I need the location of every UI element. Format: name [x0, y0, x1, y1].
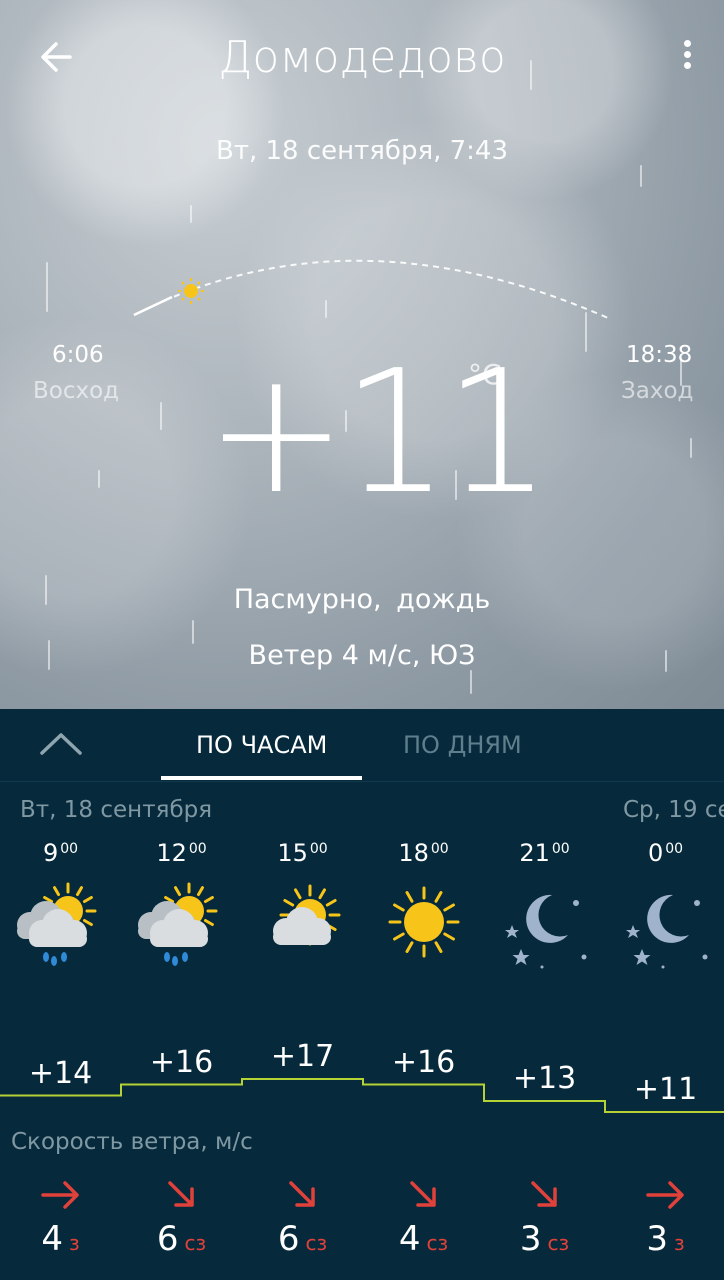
wind-forecast-item: 4з: [0, 1175, 121, 1259]
forecast-hour: 15 00: [242, 839, 363, 873]
hour-value: 18: [398, 839, 429, 867]
hour-value: 0: [647, 839, 664, 867]
weather-condition: Пасмурно, дождь: [233, 584, 491, 615]
wind-speed-title: Скорость ветра, м/с: [11, 1129, 253, 1155]
wind-direction-label: з: [674, 1231, 685, 1255]
hourly-forecast-item: 18 00: [363, 839, 484, 977]
forecast-hour: 0 00: [605, 839, 724, 873]
forecast-temperature: +16: [391, 1044, 456, 1080]
hour-value: 15: [277, 839, 308, 867]
current-date: Вт, 18 сентября, 7:43: [215, 136, 509, 166]
day-label-today: Вт, 18 сентября: [20, 797, 213, 823]
moon-stars-icon: [490, 877, 600, 977]
hourly-forecast-item: 0 00: [605, 839, 724, 977]
forecast-temperature: +16: [149, 1044, 214, 1080]
forecast-hour: 12 00: [121, 839, 242, 873]
tab-hourly[interactable]: ПО ЧАСАМ: [196, 731, 327, 759]
wind-direction-arrow-icon: [484, 1175, 605, 1215]
partly-cloudy-icon: [248, 877, 358, 977]
weather-hero: Домодедово Вт, 18 сентября, 7:43 6:06 Во…: [0, 0, 724, 709]
top-app-bar: Домодедово: [0, 0, 724, 120]
wind-speed-value: 3: [646, 1219, 668, 1259]
wind-direction-arrow-icon: [242, 1175, 363, 1215]
forecast-temperature: +13: [512, 1061, 577, 1096]
wind-speed-value: 6: [277, 1219, 300, 1259]
partly-cloudy-rain-icon: [6, 877, 116, 977]
wind-direction-label: сз: [547, 1231, 570, 1255]
hourly-forecast-item: 21 00: [484, 839, 605, 977]
minute-value: 00: [188, 841, 207, 857]
hourly-forecast-item: 9 00: [0, 839, 121, 977]
partly-cloudy-rain-icon: [127, 877, 237, 977]
sunset-label: Заход: [621, 378, 694, 404]
forecast-panel: ПО ЧАСАМ ПО ДНЯМ Вт, 18 сентября Ср, 19 …: [0, 709, 724, 1280]
wind-forecast-item: 3з: [605, 1175, 724, 1259]
forecast-tabs: ПО ЧАСАМ ПО ДНЯМ: [0, 709, 724, 782]
forecast-temperature: +14: [28, 1055, 93, 1091]
hourly-forecast-item: 15 00: [242, 839, 363, 977]
minute-value: 00: [665, 841, 684, 857]
wind-forecast-item: 4 сз: [363, 1175, 484, 1259]
wind-direction-arrow-icon: [121, 1175, 242, 1215]
temperature-unit: °C: [468, 358, 502, 391]
sunrise-time: 6:06: [52, 342, 104, 368]
wind-direction-arrow-icon: [363, 1175, 484, 1215]
minute-value: 00: [430, 841, 449, 857]
sun-icon: [369, 877, 479, 977]
wind-direction-label: сз: [184, 1231, 207, 1255]
hour-value: 9: [42, 839, 59, 867]
tab-daily[interactable]: ПО ДНЯМ: [403, 731, 522, 759]
wind-speed-value: 6: [156, 1219, 179, 1259]
moon-stars-icon: [611, 877, 721, 977]
forecast-hour: 9 00: [0, 839, 121, 873]
wind-direction-label: сз: [305, 1231, 328, 1255]
wind-forecast-item: 6 сз: [242, 1175, 363, 1259]
minute-value: 00: [309, 841, 328, 857]
current-wind: Ветер 4 м/с, ЮЗ: [248, 640, 476, 671]
minute-value: 00: [60, 841, 79, 857]
wind-direction-label: сз: [426, 1231, 449, 1255]
chevron-up-icon[interactable]: [38, 729, 84, 759]
hourly-forecast-item: 12 00: [121, 839, 242, 977]
overflow-menu-icon[interactable]: [676, 36, 698, 80]
wind-speed-value: 4: [41, 1219, 63, 1259]
forecast-hour: 21 00: [484, 839, 605, 873]
hour-value: 12: [156, 839, 187, 867]
forecast-hour: 18 00: [363, 839, 484, 873]
city-title: Домодедово: [218, 32, 506, 83]
forecast-temperature: +11: [633, 1072, 698, 1107]
wind-direction-label: з: [69, 1231, 80, 1255]
hour-value: 21: [519, 839, 550, 867]
sunset-time: 18:38: [626, 342, 693, 368]
wind-direction-arrow-icon: [605, 1175, 724, 1215]
wind-direction-arrow-icon: [0, 1175, 121, 1215]
sun-position-icon: [178, 278, 204, 304]
wind-speed-value: 4: [398, 1219, 421, 1259]
wind-speed-value: 3: [519, 1219, 542, 1259]
wind-forecast-item: 6 сз: [121, 1175, 242, 1259]
forecast-temperature: +17: [270, 1039, 335, 1074]
sun-path-arc: [133, 259, 609, 319]
day-label-tomorrow: Ср, 19 се: [623, 797, 724, 823]
wind-forecast-item: 3 сз: [484, 1175, 605, 1259]
active-tab-indicator: [161, 776, 362, 780]
sunrise-label: Восход: [33, 378, 120, 404]
minute-value: 00: [551, 841, 570, 857]
